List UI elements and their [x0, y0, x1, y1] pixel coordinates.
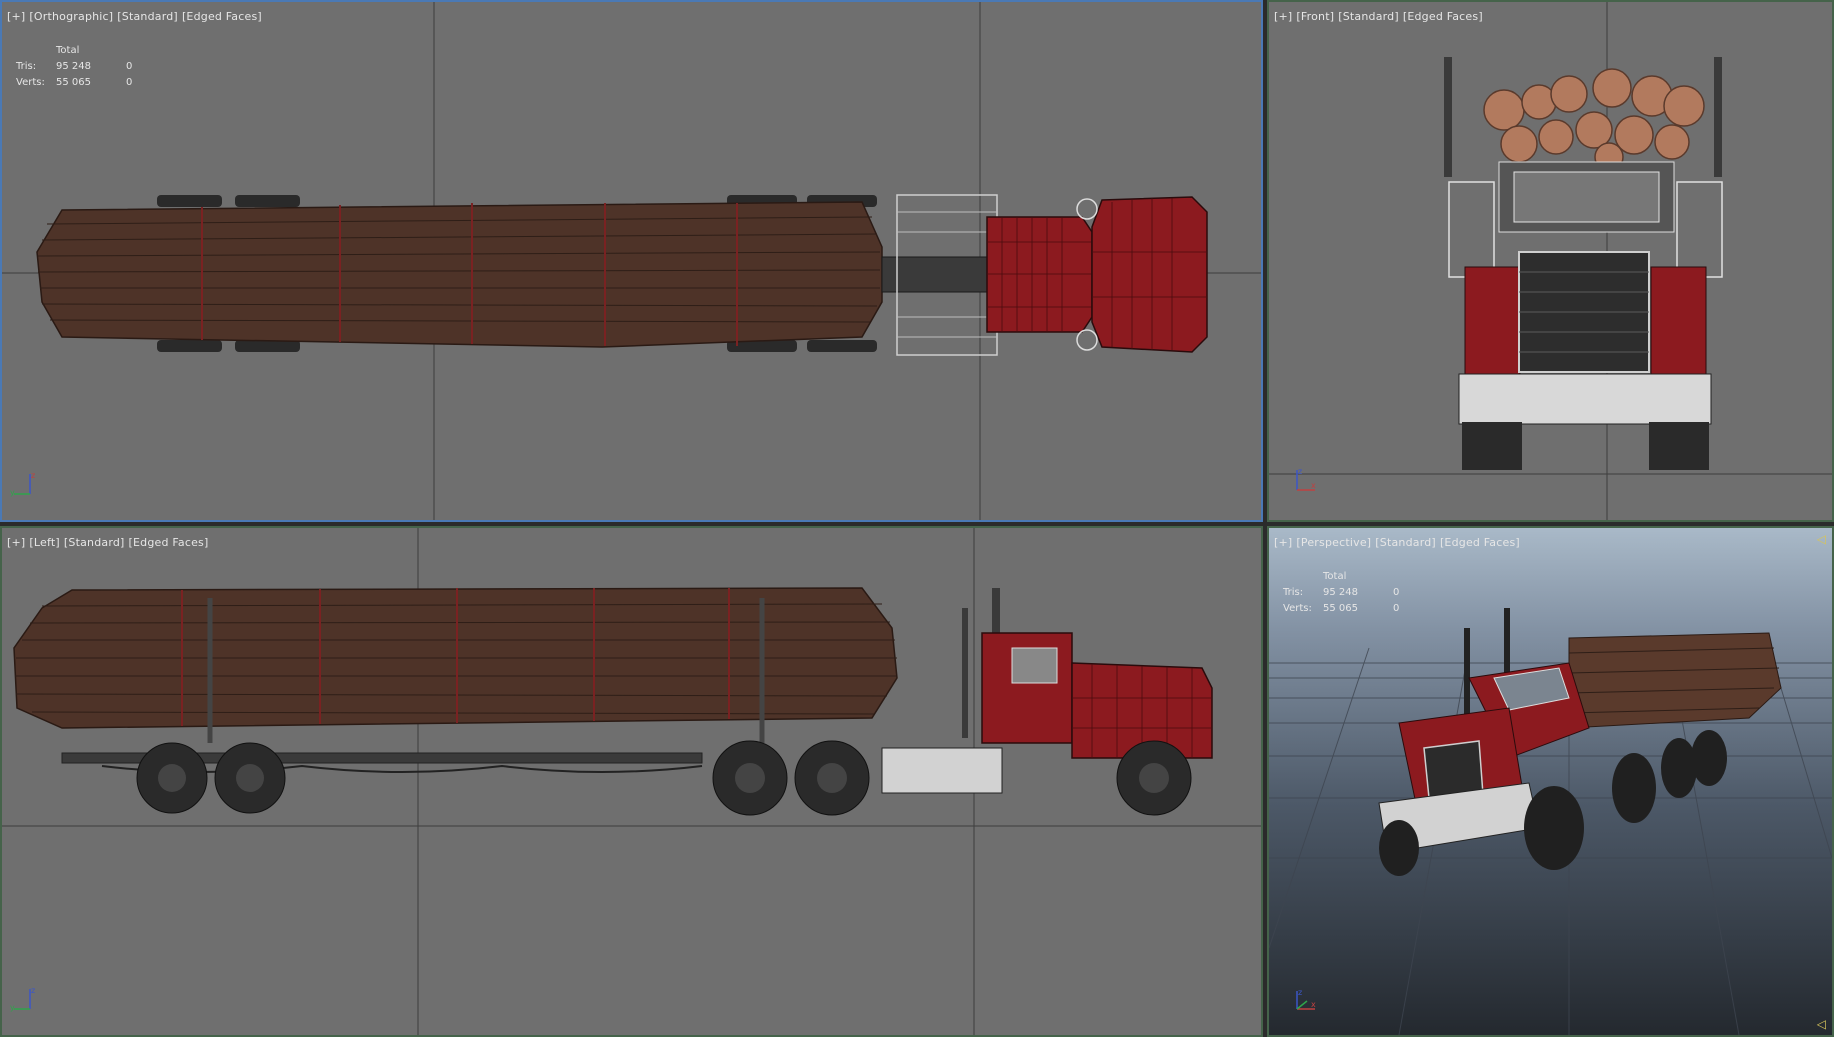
axis-gizmo-icon: z x	[1296, 988, 1316, 1010]
axis-y-label: y	[10, 488, 15, 497]
tris-total: 95 248	[56, 60, 91, 72]
tris-total: 95 248	[1323, 586, 1358, 598]
viewport-menu-plus[interactable]: [+]	[7, 536, 25, 549]
axis-x-label: x	[1311, 1000, 1316, 1009]
viewport-left[interactable]: [+] [Left] [Standard] [Edged Faces] z y	[0, 526, 1263, 1037]
viewport-label[interactable]: [+] [Front] [Standard] [Edged Faces]	[1274, 10, 1487, 23]
axis-z-label: z	[31, 986, 35, 995]
viewport-front[interactable]: [+] [Front] [Standard] [Edged Faces] z x	[1267, 0, 1834, 522]
viewport-label[interactable]: [+] [Left] [Standard] [Edged Faces]	[7, 536, 212, 549]
viewport-display-mode[interactable]: [Edged Faces]	[1403, 10, 1483, 23]
viewport-view-name[interactable]: [Perspective]	[1296, 536, 1371, 549]
viewport-orthographic[interactable]: [+] [Orthographic] [Standard] [Edged Faces]…	[0, 0, 1263, 522]
verts-total: 55 065	[56, 76, 91, 88]
axis-gizmo-icon: z y	[10, 986, 35, 1012]
tris-label: Tris:	[1283, 586, 1304, 598]
viewport-label[interactable]: [+] [Orthographic] [Standard] [Edged Faces]	[7, 10, 266, 23]
verts-total: 55 065	[1323, 602, 1358, 614]
viewport-view-name[interactable]: [Left]	[29, 536, 59, 549]
verts-selected: 0	[126, 76, 133, 88]
axis-x-label: x	[1311, 481, 1316, 490]
stats-overlay: Total Tris: 95 248 0 Verts: 55 065 0	[16, 42, 156, 90]
viewport-view-name[interactable]: [Orthographic]	[29, 10, 113, 23]
tris-label: Tris:	[16, 60, 37, 72]
viewport-menu-plus[interactable]: [+]	[7, 10, 25, 23]
axis-z-label: z	[1298, 988, 1302, 997]
axis-z-label: z	[31, 471, 35, 480]
tris-selected: 0	[1393, 586, 1400, 598]
top-view-scene	[2, 2, 1261, 520]
viewport-display-mode[interactable]: [Edged Faces]	[182, 10, 262, 23]
verts-label: Verts:	[16, 76, 45, 88]
viewport-menu-plus[interactable]: [+]	[1274, 10, 1292, 23]
viewport-label[interactable]: [+] [Perspective] [Standard] [Edged Faces]	[1274, 536, 1524, 549]
axis-gizmo-icon: z y	[10, 471, 35, 497]
axis-y-label: y	[10, 1003, 15, 1012]
stats-header: Total	[56, 44, 80, 56]
front-view-scene	[1269, 2, 1832, 520]
stats-overlay: Total Tris: 95 248 0 Verts: 55 065 0	[1283, 568, 1423, 616]
stats-header: Total	[1323, 570, 1347, 582]
viewport-shading-mode[interactable]: [Standard]	[1375, 536, 1436, 549]
triangle-marker-icon[interactable]: ◁	[1817, 532, 1826, 546]
viewport-shading-mode[interactable]: [Standard]	[117, 10, 178, 23]
verts-selected: 0	[1393, 602, 1400, 614]
viewport-view-name[interactable]: [Front]	[1296, 10, 1334, 23]
viewport-display-mode[interactable]: [Edged Faces]	[129, 536, 209, 549]
left-view-scene	[2, 528, 1261, 1035]
verts-label: Verts:	[1283, 602, 1312, 614]
axis-z-label: z	[1298, 467, 1302, 476]
axis-gizmo-icon: z x	[1296, 467, 1316, 491]
tris-selected: 0	[126, 60, 133, 72]
viewport-grid: [+] [Orthographic] [Standard] [Edged Faces]…	[0, 0, 1834, 1037]
triangle-marker-icon[interactable]: ◁	[1817, 1017, 1826, 1031]
viewport-shading-mode[interactable]: [Standard]	[64, 536, 125, 549]
viewport-perspective[interactable]: [+] [Perspective] [Standard] [Edged Faces] …	[1267, 526, 1834, 1037]
viewport-display-mode[interactable]: [Edged Faces]	[1440, 536, 1520, 549]
viewport-menu-plus[interactable]: [+]	[1274, 536, 1292, 549]
viewport-shading-mode[interactable]: [Standard]	[1338, 10, 1399, 23]
